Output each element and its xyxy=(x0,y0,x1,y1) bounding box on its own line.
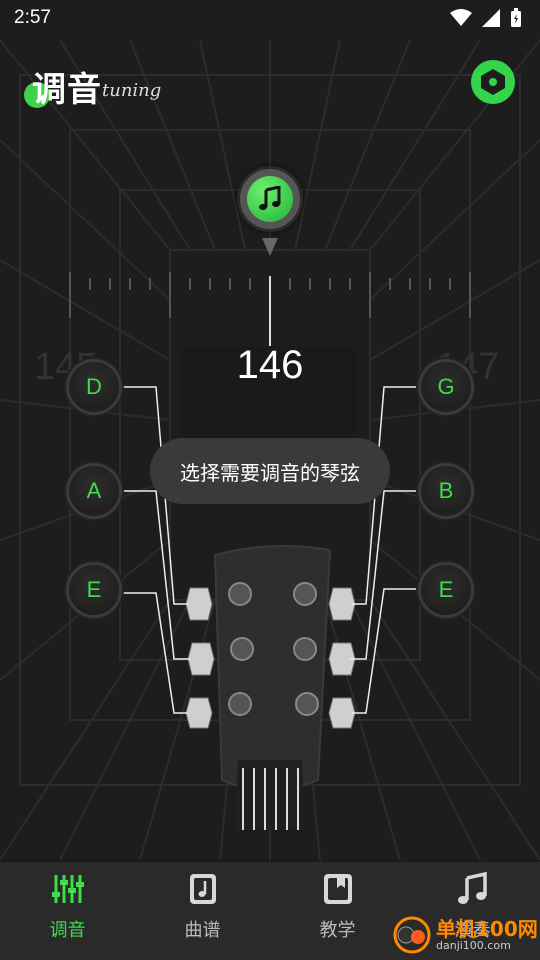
settings-button[interactable] xyxy=(471,60,515,104)
music-note-icon xyxy=(457,872,487,904)
hexagon-icon xyxy=(481,69,505,95)
string-button-b[interactable]: B xyxy=(421,466,471,516)
watermark-logo-icon xyxy=(393,916,431,954)
page-subtitle: tuning xyxy=(102,80,162,101)
status-icons xyxy=(450,8,522,28)
music-note-icon xyxy=(259,186,281,210)
watermark: 单机100网 danji100.com xyxy=(392,915,538,955)
tab-tuning[interactable]: 调音 xyxy=(0,862,135,960)
sliders-icon xyxy=(51,875,84,903)
signal-icon xyxy=(482,9,500,27)
music-mode-button[interactable] xyxy=(240,169,300,229)
battery-icon xyxy=(511,8,521,27)
wifi-icon xyxy=(450,9,472,26)
string-button-g[interactable]: G xyxy=(421,362,471,412)
background-grid xyxy=(0,0,540,860)
tab-lessons-label: 教学 xyxy=(319,920,356,941)
tab-sheet-music[interactable]: 曲谱 xyxy=(135,862,270,960)
tab-lessons[interactable]: 教学 xyxy=(270,862,405,960)
tab-sheet-music-label: 曲谱 xyxy=(184,920,221,941)
string-button-high-e[interactable]: E xyxy=(421,565,471,615)
select-string-tooltip: 选择需要调音的琴弦 xyxy=(150,438,390,504)
status-time: 2:57 xyxy=(14,7,51,28)
status-bar: 2:57 xyxy=(0,0,540,36)
sheet-music-icon xyxy=(189,874,216,904)
page-title: 调音 xyxy=(32,70,102,110)
watermark-title: 单机100网 xyxy=(436,916,538,941)
tuner-pointer xyxy=(262,238,278,256)
string-button-a[interactable]: A xyxy=(69,466,119,516)
string-button-d[interactable]: D xyxy=(69,362,119,412)
tab-tuning-label: 调音 xyxy=(49,920,86,941)
book-icon xyxy=(323,874,352,904)
string-button-low-e[interactable]: E xyxy=(69,565,119,615)
